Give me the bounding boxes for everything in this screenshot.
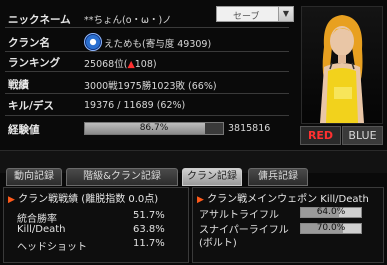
clan-emblem-icon — [84, 33, 102, 51]
save-label: セーブ — [233, 12, 260, 22]
ranking-value: 25068位(▲108) — [84, 56, 157, 70]
team-blue-button[interactable]: BLUE — [342, 126, 383, 145]
ranking-label: ランキング — [8, 57, 61, 69]
divider — [5, 71, 289, 72]
weapon-kd-bar: 70.0% — [300, 223, 362, 234]
clan-war-title: ▶ クラン戦戦績 (離脱指数 0.0点) — [8, 190, 158, 205]
stat-value: 51.7% — [133, 210, 165, 221]
ranking-position: 25068位( — [84, 59, 128, 70]
exp-bar: 86.7% — [84, 122, 224, 135]
main-weapon-title-text: クラン戦メインウェポン Kill/Death — [207, 194, 369, 205]
ranking-close: ) — [152, 59, 157, 70]
weapon-kd-percent: 64.0% — [316, 207, 346, 217]
dropdown-arrow-icon[interactable]: ▼ — [278, 7, 293, 21]
main-weapon-panel: ▶ クラン戦メインウェポン Kill/Death アサルトライフル 64.0% … — [192, 187, 384, 263]
weapon-kd-percent: 70.0% — [316, 223, 346, 233]
killdeath-label: キル/デス — [8, 100, 54, 112]
save-dropdown[interactable]: セーブ ▼ — [216, 6, 294, 22]
triangle-right-icon: ▶ — [8, 195, 15, 205]
nickname-value: **ちょん(o・ω・)ノ — [84, 15, 172, 26]
tab-clan-record[interactable]: クラン記録 — [182, 168, 242, 186]
triangle-right-icon: ▶ — [197, 195, 204, 205]
ranking-change: 108 — [134, 59, 153, 70]
tab-mercenary-record[interactable]: 傭兵記録 — [248, 168, 308, 186]
divider — [5, 27, 289, 28]
stat-label: ヘッドショット — [17, 242, 87, 253]
stat-value: 63.8% — [133, 224, 165, 235]
stat-label: Kill/Death — [17, 224, 66, 235]
stat-label: 統合勝率 — [17, 214, 57, 225]
divider — [5, 93, 289, 94]
nickname-label: ニックネーム — [8, 14, 71, 26]
killdeath-value: 19376 / 11689 (62%) — [84, 100, 186, 111]
divider — [5, 115, 289, 116]
clan-war-panel: ▶ クラン戦戦績 (離脱指数 0.0点) 統合勝率 51.7% Kill/Dea… — [3, 187, 189, 263]
character-portrait — [301, 6, 383, 124]
exp-label: 経験値 — [8, 124, 40, 136]
tab-rank-clan-record[interactable]: 階級&クラン記録 — [66, 168, 178, 186]
clan-value[interactable]: えためも(寄与度 49309) — [104, 36, 211, 50]
team-red-button[interactable]: RED — [300, 126, 341, 145]
exp-points: 3815816 — [228, 123, 271, 134]
stat-value: 11.7% — [133, 238, 165, 249]
character-image — [320, 15, 364, 123]
weapon-label: アサルトライフル — [199, 210, 279, 221]
exp-percent: 86.7% — [139, 123, 169, 133]
tab-activity-log[interactable]: 動向記録 — [6, 168, 62, 186]
record-label: 戦績 — [8, 79, 29, 91]
weapon-kd-bar: 64.0% — [300, 207, 362, 218]
clan-war-title-text: クラン戦戦績 (離脱指数 0.0点) — [18, 194, 159, 205]
record-value: 3000戦1975勝1023敗 (66%) — [84, 81, 217, 92]
triangle-up-icon: ▲ — [127, 59, 135, 70]
divider — [5, 51, 289, 52]
main-weapon-title: ▶ クラン戦メインウェポン Kill/Death — [197, 190, 369, 205]
weapon-label-sub: (ボルト) — [199, 238, 237, 249]
clan-label: クラン名 — [8, 37, 50, 49]
